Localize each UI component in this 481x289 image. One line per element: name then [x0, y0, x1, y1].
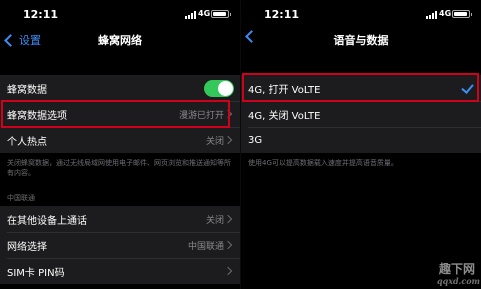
carrier-group: 在其他设备上通话 关闭 网络选择 中国联通 SIM卡 PIN码 [0, 206, 240, 284]
row-label: 在其他设备上通话 [7, 215, 87, 227]
calls-on-other-devices-row[interactable]: 在其他设备上通话 关闭 [0, 206, 240, 232]
voice-data-footnote: 使用4G可以提高数据载入速度并提高语音质量。 [248, 159, 398, 167]
chevron-right-icon [223, 266, 233, 276]
row-label: 蜂窝数据选项 [7, 110, 67, 122]
nav-bar: 语音与数据 [241, 28, 481, 52]
status-bar: 12:11 4G [0, 6, 240, 22]
watermark-logo: 趣下网 qqxd.com [437, 262, 481, 286]
signal-icon [426, 11, 437, 19]
row-value: 关闭 [205, 215, 224, 226]
chevron-right-icon [223, 135, 233, 145]
toggle-knob [218, 81, 233, 96]
chevron-right-icon [223, 109, 233, 119]
row-value: 中国联通 [187, 241, 224, 252]
signal-icon [185, 11, 196, 19]
personal-hotspot-row[interactable]: 个人热点 关闭 [0, 127, 240, 153]
chevron-right-icon [223, 214, 233, 224]
cellular-data-row[interactable]: 蜂窝数据 [0, 75, 240, 101]
chevron-right-icon [223, 240, 233, 250]
row-label: 网络选择 [7, 241, 47, 253]
status-time: 12:11 [23, 8, 59, 21]
battery-icon [452, 10, 472, 18]
option-label: 3G [248, 134, 263, 146]
screenshot-root: 12:11 4G 设置 蜂窝网络 蜂窝数据 蜂窝数据选项 漫游已打开 个人热点 … [0, 0, 481, 289]
cellular-panel: 12:11 4G 设置 蜂窝网络 蜂窝数据 蜂窝数据选项 漫游已打开 个人热点 … [0, 0, 240, 289]
status-bar: 12:11 4G [241, 6, 481, 22]
cellular-group: 蜂窝数据 蜂窝数据选项 漫游已打开 个人热点 关闭 [0, 75, 240, 153]
option-4g-volte-on[interactable]: 4G, 打开 VoLTE [241, 75, 481, 101]
carrier-section-header: 中国联通 [7, 194, 35, 202]
option-label: 4G, 关闭 VoLTE [248, 110, 321, 122]
voice-data-options: 4G, 打开 VoLTE 4G, 关闭 VoLTE 3G [241, 75, 481, 153]
cellular-data-options-row[interactable]: 蜂窝数据选项 漫游已打开 [0, 101, 240, 127]
watermark-line1: 趣下网 [438, 262, 475, 276]
option-4g-volte-off[interactable]: 4G, 关闭 VoLTE [241, 101, 481, 127]
watermark-line2: qqxd.com [437, 276, 481, 286]
network-type: 4G [439, 9, 452, 18]
battery-icon [211, 10, 231, 18]
nav-bar: 设置 蜂窝网络 [0, 28, 240, 52]
cellular-data-toggle[interactable] [204, 80, 234, 97]
sim-pin-row[interactable]: SIM卡 PIN码 [0, 258, 240, 284]
row-value: 漫游已打开 [178, 110, 224, 121]
option-3g[interactable]: 3G [241, 127, 481, 153]
voice-data-panel: 12:11 4G 语音与数据 4G, 打开 VoLTE 4G, 关闭 VoLTE… [241, 0, 481, 289]
row-label: 个人热点 [7, 136, 47, 148]
row-value: 关闭 [205, 136, 224, 147]
page-title: 语音与数据 [333, 34, 389, 47]
network-type: 4G [198, 9, 211, 18]
row-label: SIM卡 PIN码 [7, 267, 65, 279]
page-title: 蜂窝网络 [98, 34, 142, 47]
network-selection-row[interactable]: 网络选择 中国联通 [0, 232, 240, 258]
option-label: 4G, 打开 VoLTE [248, 84, 321, 96]
cellular-footnote: 关闭蜂窝数据，通过无线局域网使用电子邮件、网页浏览和推送通知等所有内容。 [7, 159, 231, 177]
status-time: 12:11 [264, 8, 300, 21]
